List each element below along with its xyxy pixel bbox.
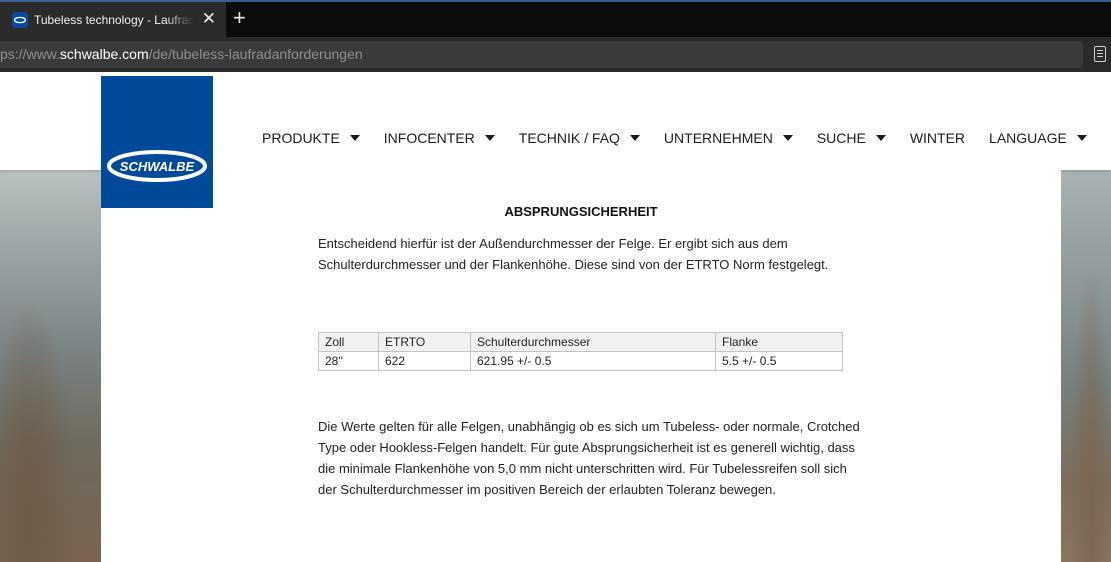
reader-view-icon[interactable] <box>1094 46 1106 62</box>
etrto-spec-table: Zoll ETRTO Schulterdurchmesser Flanke 28… <box>318 332 843 371</box>
close-tab-icon[interactable]: ✕ <box>202 10 216 27</box>
tab-title: Tubeless technology - Laufradanforderung… <box>34 12 194 27</box>
browser-tab-bar: Tubeless technology - Laufradanforderung… <box>0 0 1111 37</box>
table-header-cell: Flanke <box>715 332 843 352</box>
nav-item-language[interactable]: LANGUAGE <box>989 130 1087 146</box>
main-navigation: PRODUKTE INFOCENTER TECHNIK / FAQ UNTERN… <box>262 130 1111 146</box>
page-viewport: PRODUKTE INFOCENTER TECHNIK / FAQ UNTERN… <box>0 72 1111 562</box>
table-header-row: Zoll ETRTO Schulterdurchmesser Flanke <box>318 332 843 352</box>
nav-label: LANGUAGE <box>989 130 1067 146</box>
nav-item-produkte[interactable]: PRODUKTE <box>262 130 360 146</box>
schwalbe-favicon-icon <box>12 11 28 28</box>
url-path: /de/tubeless-laufradanforderungen <box>148 46 363 62</box>
chevron-down-icon <box>875 135 886 141</box>
chevron-down-icon <box>1076 135 1087 141</box>
table-cell: 5.5 +/- 0.5 <box>715 351 843 371</box>
chevron-down-icon <box>629 135 640 141</box>
background-landscape-left <box>0 170 101 562</box>
body-paragraph: Die Werte gelten für alle Felgen, unabhä… <box>318 419 860 497</box>
nav-label: PRODUKTE <box>262 130 340 146</box>
logo-text: SCHWALBE <box>120 159 195 174</box>
nav-item-suche[interactable]: SUCHE <box>817 130 886 146</box>
nav-item-winter[interactable]: WINTER <box>910 130 965 146</box>
new-tab-button[interactable]: + <box>233 6 246 30</box>
chevron-down-icon <box>782 135 793 141</box>
nav-label: INFOCENTER <box>383 130 475 146</box>
nav-label: SUCHE <box>816 130 866 146</box>
schwalbe-logo-mark: SCHWALBE <box>107 150 207 182</box>
url-prefix: ps://www. <box>0 46 60 62</box>
chevron-down-icon <box>349 135 360 141</box>
address-toolbar: ps://www.schwalbe.com/de/tubeless-laufra… <box>0 37 1111 72</box>
schwalbe-logo[interactable]: SCHWALBE <box>101 76 213 208</box>
browser-tab[interactable]: Tubeless technology - Laufradanforderung… <box>0 2 226 37</box>
table-cell: 621.95 +/- 0.5 <box>470 351 716 371</box>
address-bar[interactable]: ps://www.schwalbe.com/de/tubeless-laufra… <box>0 41 1083 68</box>
nav-label: WINTER <box>909 130 966 146</box>
url-domain: schwalbe.com <box>59 46 149 62</box>
nav-label: TECHNIK / FAQ <box>518 130 620 146</box>
nav-item-unternehmen[interactable]: UNTERNEHMEN <box>664 130 793 146</box>
table-header-cell: Schulterdurchmesser <box>470 332 716 352</box>
section-heading: ABSPRUNGSICHERHEIT <box>504 204 658 219</box>
nav-item-technik-faq[interactable]: TECHNIK / FAQ <box>519 130 640 146</box>
chevron-down-icon <box>484 135 495 141</box>
background-landscape-right <box>1061 170 1111 562</box>
table-header-cell: Zoll <box>318 332 379 352</box>
table-row: 28'' 622 621.95 +/- 0.5 5.5 +/- 0.5 <box>318 351 843 371</box>
nav-item-infocenter[interactable]: INFOCENTER <box>384 130 495 146</box>
main-content: ABSPRUNGSICHERHEIT Entscheidend hierfür … <box>101 170 1061 562</box>
intro-paragraph: Entscheidend hierfür ist der Außendurchm… <box>318 236 829 272</box>
table-cell: 28'' <box>318 351 379 371</box>
nav-label: UNTERNEHMEN <box>663 130 773 146</box>
table-header-cell: ETRTO <box>378 332 471 352</box>
table-cell: 622 <box>378 351 471 371</box>
